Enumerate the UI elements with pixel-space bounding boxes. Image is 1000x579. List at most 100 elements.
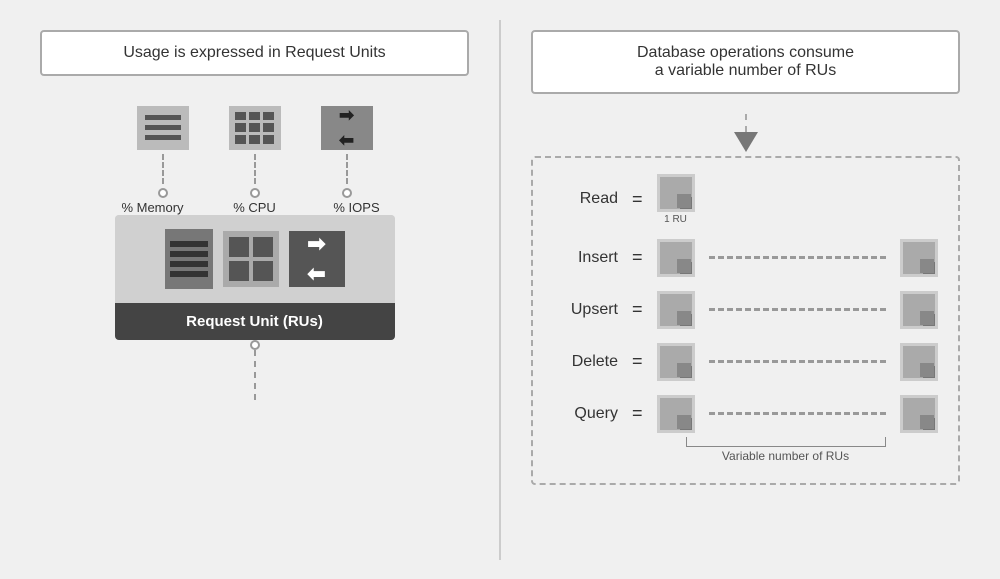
cpu-dashed-line bbox=[254, 154, 256, 184]
op-row-query: Query = bbox=[553, 395, 938, 433]
read-ru-group: 1 RU bbox=[657, 174, 695, 225]
right-title-text: Database operations consume a variable n… bbox=[637, 44, 854, 79]
upsert-ru-icon-2 bbox=[900, 291, 938, 329]
gcell-2 bbox=[253, 237, 273, 257]
memory-line-2 bbox=[145, 125, 181, 130]
op-equals-delete: = bbox=[632, 351, 643, 372]
gcell-4 bbox=[253, 261, 273, 281]
ru-bottom-dashed bbox=[254, 350, 256, 400]
cpu-cell-3 bbox=[263, 112, 274, 121]
op-row-delete: Delete = bbox=[553, 343, 938, 381]
read-ru-icon bbox=[657, 174, 695, 212]
op-row-insert: Insert = bbox=[553, 239, 938, 277]
delete-ru-inner-2 bbox=[903, 346, 935, 378]
memory-circle bbox=[158, 188, 168, 198]
upsert-ru-inner-2 bbox=[903, 294, 935, 326]
insert-ru-inner-2 bbox=[903, 242, 935, 274]
upsert-ru-icon-1 bbox=[657, 291, 695, 329]
memory-icon-item bbox=[137, 106, 189, 198]
op-row-upsert: Upsert = bbox=[553, 291, 938, 329]
left-title-text: Usage is expressed in Request Units bbox=[123, 44, 385, 61]
op-equals-query: = bbox=[632, 403, 643, 424]
arrow-left-large: ⬅ bbox=[307, 261, 325, 287]
insert-dashes bbox=[709, 256, 886, 259]
cpu-cell-2 bbox=[249, 112, 260, 121]
server-line-3 bbox=[170, 261, 208, 267]
memory-label: % Memory bbox=[117, 200, 189, 215]
query-group: Query = V bbox=[553, 395, 938, 463]
dashed-container: Read = 1 RU Insert = bbox=[531, 114, 960, 485]
memory-dashed-line bbox=[162, 154, 164, 184]
arrow-icon-large: ➡ ⬅ bbox=[289, 231, 345, 287]
iops-dashed-line bbox=[346, 154, 348, 184]
metric-labels-row: % Memory % CPU % IOPS bbox=[117, 200, 393, 215]
variable-bracket-line bbox=[686, 437, 886, 447]
cpu-cell-6 bbox=[263, 123, 274, 132]
operations-table: Read = 1 RU Insert = bbox=[553, 174, 938, 463]
top-icons-row: ➡ ⬅ bbox=[137, 106, 373, 198]
cpu-cell-4 bbox=[235, 123, 246, 132]
variable-bracket-area: Variable number of RUs bbox=[633, 437, 938, 463]
read-ru-inner bbox=[660, 177, 692, 209]
cpu-label: % CPU bbox=[219, 200, 291, 215]
insert-ru-icon-1 bbox=[657, 239, 695, 277]
gcell-3 bbox=[229, 261, 249, 281]
insert-ru-inner-1 bbox=[660, 242, 692, 274]
cpu-icon-item bbox=[229, 106, 281, 198]
op-label-delete: Delete bbox=[553, 353, 618, 371]
vertical-divider bbox=[499, 20, 501, 560]
delete-ru-inner-1 bbox=[660, 346, 692, 378]
gcell-1 bbox=[229, 237, 249, 257]
query-ru-inner-2 bbox=[903, 398, 935, 430]
query-ru-icon-1 bbox=[657, 395, 695, 433]
cpu-icon bbox=[229, 106, 281, 150]
ru-connector-area bbox=[250, 340, 260, 400]
query-dashes bbox=[709, 412, 886, 415]
ru-label-text: Request Unit (RUs) bbox=[186, 313, 323, 330]
server-line-4 bbox=[170, 271, 208, 277]
insert-ru-icon-2 bbox=[900, 239, 938, 277]
iops-circle bbox=[342, 188, 352, 198]
upsert-dashes bbox=[709, 308, 886, 311]
delete-ru-icon-1 bbox=[657, 343, 695, 381]
left-title-box: Usage is expressed in Request Units bbox=[40, 30, 469, 76]
top-connector bbox=[531, 114, 960, 152]
arrow-right-large: ➡ bbox=[307, 231, 325, 257]
grid-icon-large bbox=[223, 231, 279, 287]
iops-icon: ➡ ⬅ bbox=[321, 106, 373, 150]
arrow-left-icon: ⬅ bbox=[339, 130, 354, 151]
top-dashed-line bbox=[745, 114, 747, 132]
ru-box-inner: ➡ ⬅ bbox=[115, 215, 395, 303]
dashed-outer-box: Read = 1 RU Insert = bbox=[531, 156, 960, 485]
query-ru-inner-1 bbox=[660, 398, 692, 430]
delete-ru-icon-2 bbox=[900, 343, 938, 381]
ru-label-bar: Request Unit (RUs) bbox=[115, 303, 395, 340]
op-label-upsert: Upsert bbox=[553, 301, 618, 319]
down-arrow-indicator bbox=[734, 132, 758, 152]
query-ru-icon-2 bbox=[900, 395, 938, 433]
arrow-right-icon: ➡ bbox=[339, 105, 354, 126]
delete-dashes bbox=[709, 360, 886, 363]
iops-label: % IOPS bbox=[321, 200, 393, 215]
op-equals-upsert: = bbox=[632, 299, 643, 320]
op-label-query: Query bbox=[553, 405, 618, 423]
op-label-read: Read bbox=[553, 190, 618, 208]
right-panel: Database operations consume a variable n… bbox=[511, 20, 980, 560]
server-icon-large bbox=[165, 229, 213, 289]
upsert-ru-inner-1 bbox=[660, 294, 692, 326]
left-panel: Usage is expressed in Request Units bbox=[20, 20, 489, 560]
op-row-read: Read = 1 RU bbox=[553, 174, 938, 225]
cpu-cell-7 bbox=[235, 135, 246, 144]
cpu-circle bbox=[250, 188, 260, 198]
server-line-2 bbox=[170, 251, 208, 257]
op-equals-insert: = bbox=[632, 247, 643, 268]
memory-icon bbox=[137, 106, 189, 150]
op-equals-read: = bbox=[632, 189, 643, 210]
read-ru-label: 1 RU bbox=[664, 214, 687, 225]
cpu-cell-5 bbox=[249, 123, 260, 132]
memory-line-3 bbox=[145, 135, 181, 140]
ru-bottom-circle bbox=[250, 340, 260, 350]
right-title-box: Database operations consume a variable n… bbox=[531, 30, 960, 94]
cpu-cell-8 bbox=[249, 135, 260, 144]
variable-label: Variable number of RUs bbox=[722, 449, 849, 463]
